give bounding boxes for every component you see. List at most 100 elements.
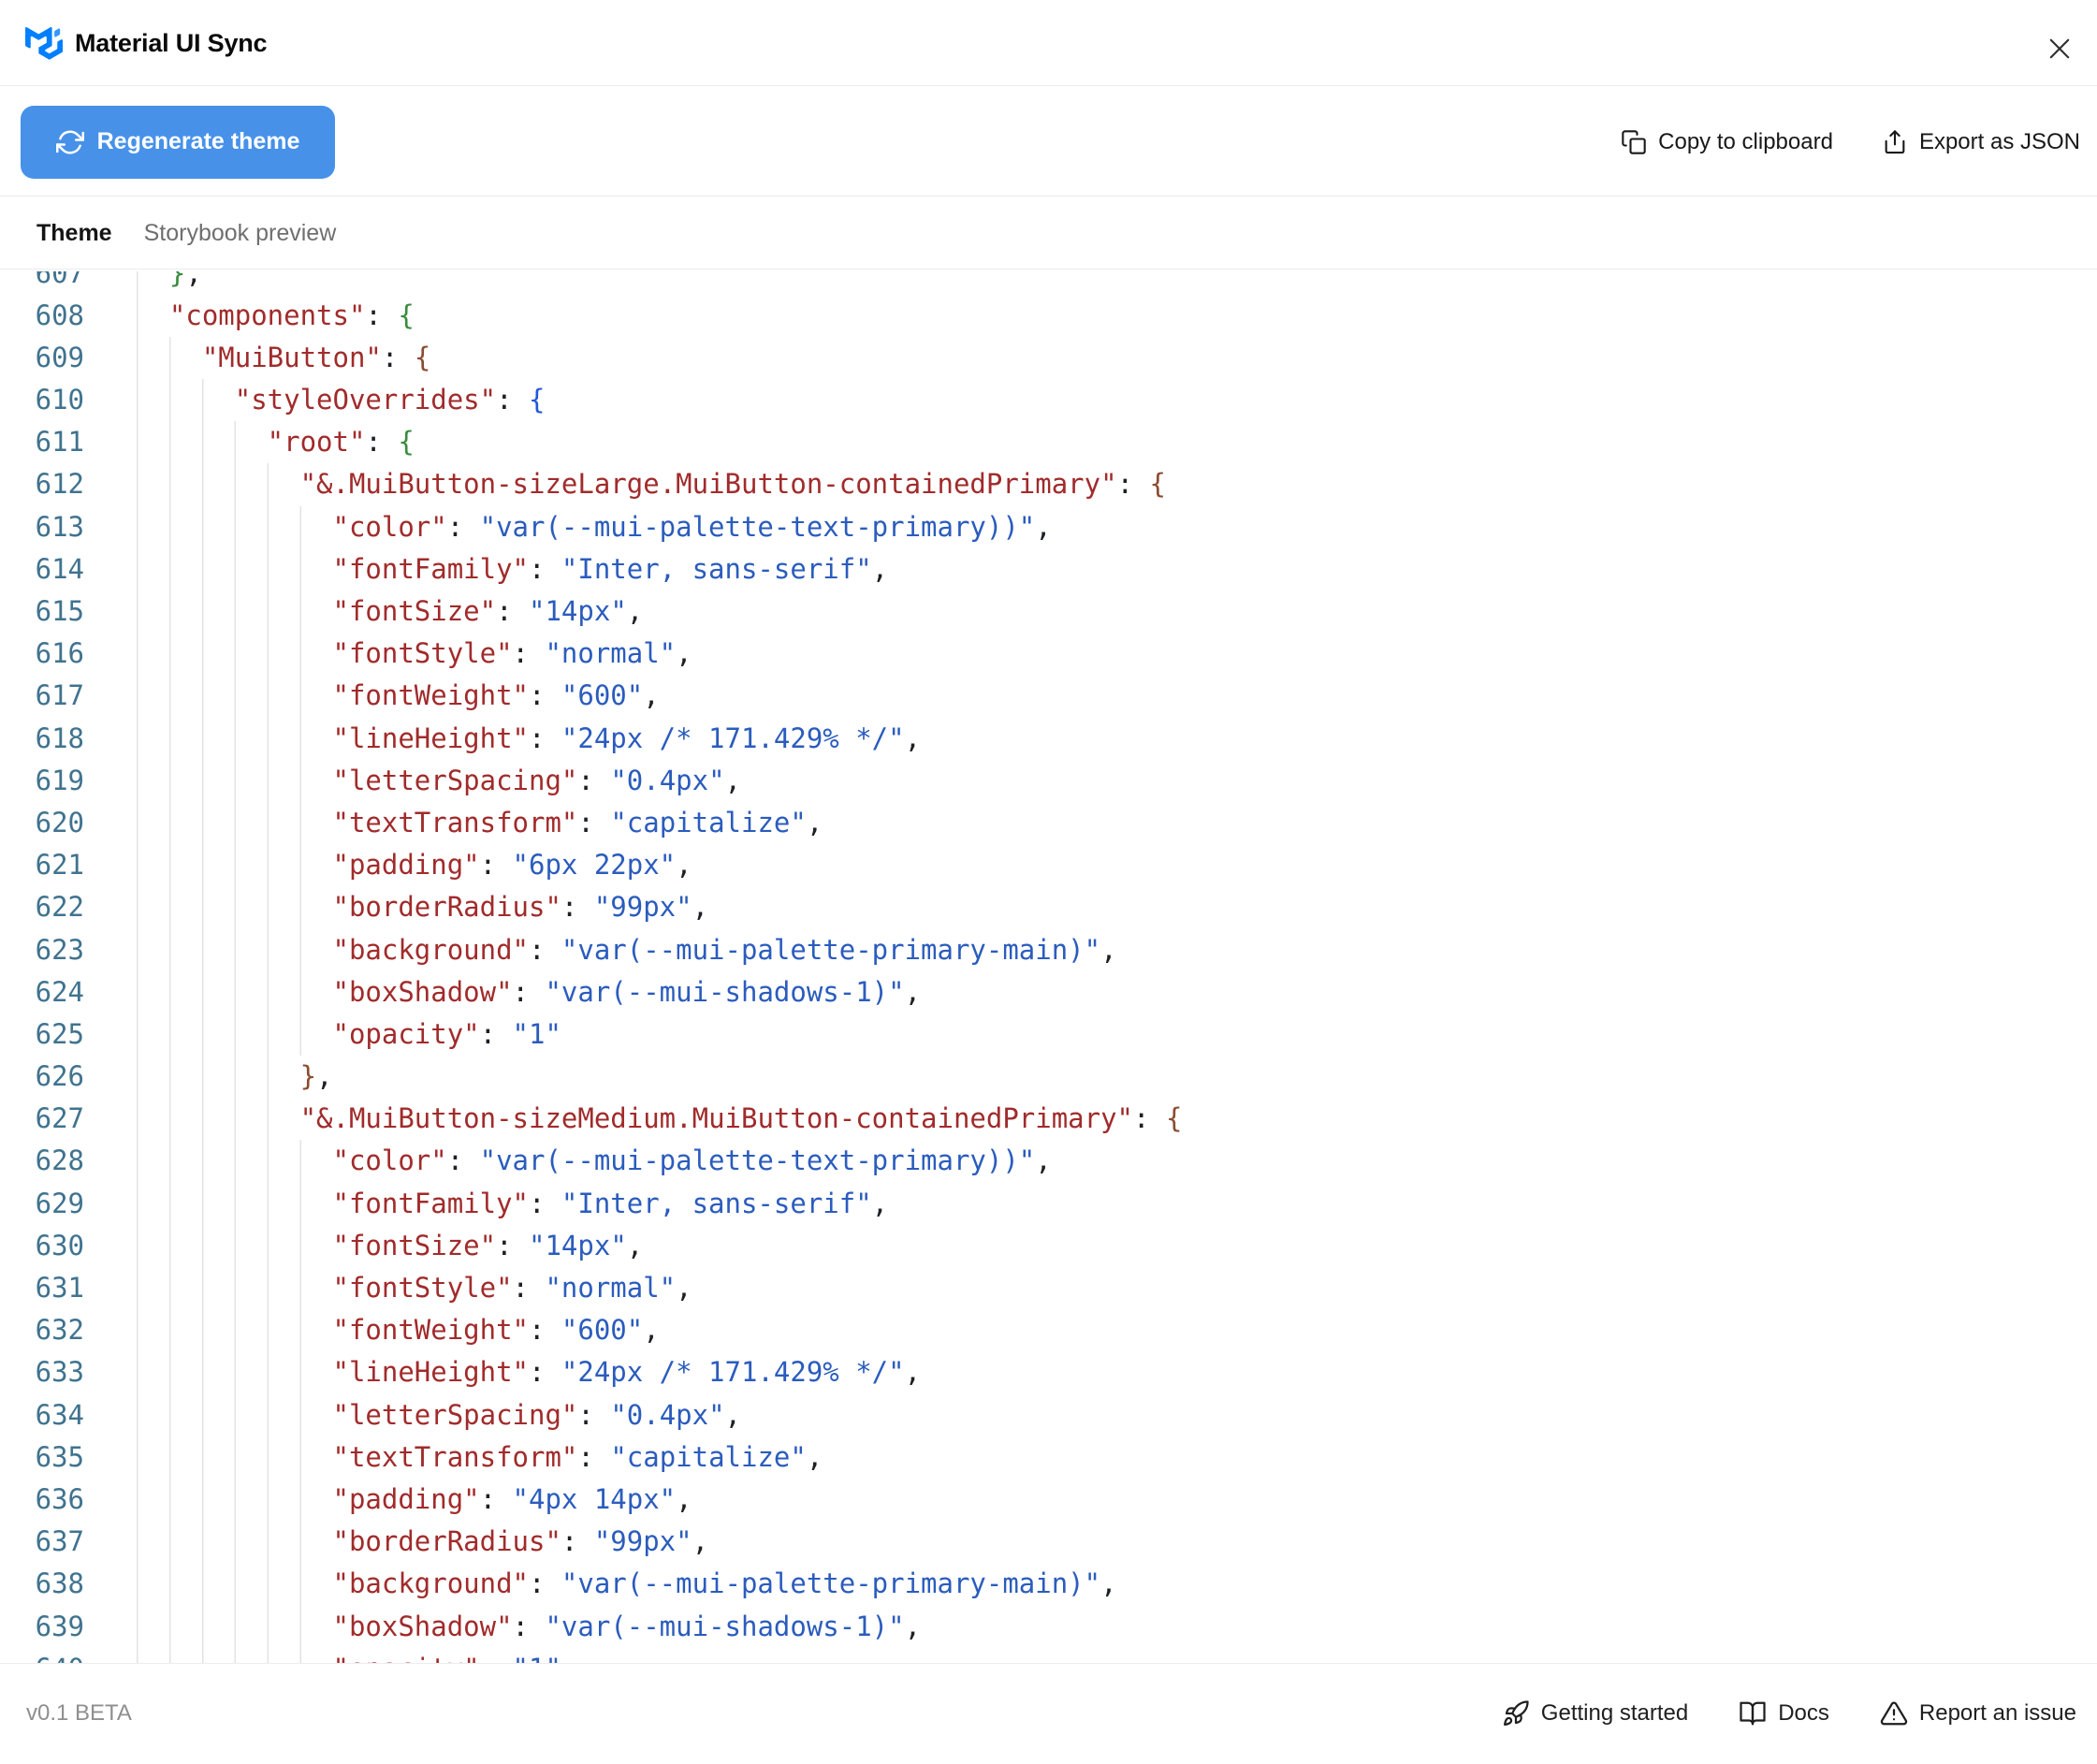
tab-storybook-preview[interactable]: Storybook preview: [144, 220, 337, 247]
code-text: },: [137, 270, 202, 295]
line-number: 609: [35, 341, 84, 373]
code-line: 626},: [0, 1056, 2097, 1099]
export-icon: [1882, 129, 1908, 155]
code-line: 635 "textTransform": "capitalize",: [0, 1436, 2097, 1479]
code-text: "opacity": "1": [137, 1647, 561, 1663]
line-number: 640: [0, 1648, 84, 1663]
code-text: "padding": "6px 22px",: [137, 844, 692, 887]
code-line: 634 "letterSpacing": "0.4px",: [0, 1393, 2097, 1436]
line-number: 632: [35, 1314, 84, 1347]
copy-icon: [1621, 129, 1647, 155]
toolbar: Regenerate theme Copy to clipboard Expor…: [0, 88, 2097, 197]
code-text: "lineHeight": "24px /* 171.429% */",: [137, 717, 922, 760]
line-number: 612: [35, 468, 84, 501]
regenerate-theme-label: Regenerate theme: [96, 128, 300, 154]
line-number: 619: [35, 764, 84, 796]
line-number: 628: [35, 1144, 84, 1177]
getting-started-label: Getting started: [1540, 1700, 1689, 1726]
rocket-icon: [1502, 1699, 1530, 1728]
code-line: 637 "borderRadius": "99px",: [0, 1521, 2097, 1564]
code-text: "MuiButton": {: [137, 336, 431, 380]
code-text: "components": {: [137, 294, 415, 337]
line-number: 607: [35, 270, 84, 289]
code-line: 624 "boxShadow": "var(--mui-shadows-1)",: [0, 970, 2097, 1013]
code-lines: 607}, 608 "components": {609 "MuiButton": {…: [0, 270, 2097, 1663]
line-number: 618: [35, 722, 84, 754]
code-line: 638 "background": "var(--mui-palette-prim…: [0, 1563, 2097, 1606]
export-as-json-label: Export as JSON: [1918, 128, 2080, 154]
code-line: 610 "styleOverrides": {: [0, 379, 2097, 422]
line-number: 626: [35, 1060, 84, 1093]
line-number: 624: [35, 975, 84, 1008]
line-number: 625: [35, 1017, 84, 1050]
code-text: "root": {: [137, 421, 415, 464]
code-text: "background": "var(--mui-palette-primary…: [137, 928, 1117, 971]
footer: v0.1 BETA Getting started Docs Report an…: [0, 1663, 2097, 1763]
theme-json-editor[interactable]: 607}, 608 "components": {609 "MuiButton": {…: [0, 270, 2097, 1663]
code-line: 615 "fontSize": "14px",: [0, 590, 2097, 634]
code-line: 628 "color": "var(--mui-palette-text-prim…: [0, 1140, 2097, 1183]
code-line: 631 "fontStyle": "normal",: [0, 1267, 2097, 1310]
code-line: 618 "lineHeight": "24px /* 171.429% */",: [0, 717, 2097, 760]
code-line: 636 "padding": "4px 14px",: [0, 1478, 2097, 1522]
line-number: 620: [35, 806, 84, 838]
code-line: 607},: [0, 270, 2097, 295]
code-text: },: [137, 1056, 333, 1099]
code-text: "fontFamily": "Inter, sans-serif",: [137, 1182, 889, 1225]
line-number: 637: [35, 1525, 84, 1558]
code-line: 632 "fontWeight": "600",: [0, 1309, 2097, 1352]
code-text: "fontSize": "14px",: [137, 1224, 644, 1267]
code-line: 629 "fontFamily": "Inter, sans-serif",: [0, 1182, 2097, 1225]
code-text: "fontFamily": "Inter, sans-serif",: [137, 547, 889, 590]
line-number: 613: [35, 510, 84, 543]
book-icon: [1739, 1699, 1767, 1728]
docs-label: Docs: [1778, 1700, 1829, 1726]
code-text: "textTransform": "capitalize",: [137, 801, 823, 845]
line-number: 636: [35, 1482, 84, 1515]
line-number: 635: [35, 1440, 84, 1473]
code-text: "background": "var(--mui-palette-primary…: [137, 1563, 1117, 1606]
code-text: "opacity": "1": [137, 1013, 561, 1057]
tab-theme[interactable]: Theme: [36, 220, 112, 247]
line-number: 630: [35, 1229, 84, 1261]
code-text: "fontStyle": "normal",: [137, 633, 692, 676]
report-an-issue-label: Report an issue: [1918, 1700, 2076, 1726]
line-number: 616: [35, 637, 84, 670]
code-line: 627 "&.MuiButton-sizeMedium.MuiButton-con…: [0, 1098, 2097, 1141]
code-line: 639 "boxShadow": "var(--mui-shadows-1)",: [0, 1605, 2097, 1648]
code-text: "borderRadius": "99px",: [137, 1521, 709, 1564]
export-as-json-button[interactable]: Export as JSON: [1882, 129, 2080, 155]
code-line: 620 "textTransform": "capitalize",: [0, 801, 2097, 845]
regenerate-theme-button[interactable]: Regenerate theme: [21, 105, 335, 179]
code-text: "fontWeight": "600",: [137, 1309, 660, 1352]
code-text: "fontSize": "14px",: [137, 590, 644, 634]
line-number: 617: [35, 679, 84, 712]
code-text: "color": "var(--mui-palette-text-primary…: [137, 1140, 1052, 1183]
line-number: 639: [35, 1610, 84, 1642]
code-text: "boxShadow": "var(--mui-shadows-1)",: [137, 970, 922, 1013]
getting-started-link[interactable]: Getting started: [1502, 1699, 1688, 1728]
code-line: 609 "MuiButton": {: [0, 336, 2097, 380]
line-number: 614: [35, 552, 84, 585]
refresh-icon: [55, 128, 84, 156]
line-number: 621: [35, 849, 84, 882]
code-line: 619 "letterSpacing": "0.4px",: [0, 759, 2097, 802]
close-icon[interactable]: [2043, 32, 2076, 66]
line-number: 610: [35, 384, 84, 416]
docs-link[interactable]: Docs: [1739, 1699, 1829, 1728]
copy-to-clipboard-label: Copy to clipboard: [1658, 128, 1833, 154]
code-text: "styleOverrides": {: [137, 379, 546, 422]
code-line: 614 "fontFamily": "Inter, sans-serif",: [0, 547, 2097, 590]
code-line: 625 "opacity": "1": [0, 1013, 2097, 1057]
copy-to-clipboard-button[interactable]: Copy to clipboard: [1621, 129, 1833, 155]
line-number: 638: [35, 1567, 84, 1600]
code-text: "lineHeight": "24px /* 171.429% */",: [137, 1351, 922, 1394]
line-number: 631: [35, 1272, 84, 1304]
report-an-issue-link[interactable]: Report an issue: [1880, 1699, 2076, 1728]
code-line: 612 "&.MuiButton-sizeLarge.MuiButton-cont…: [0, 463, 2097, 506]
warning-icon: [1880, 1699, 1908, 1728]
code-line: 611 "root": {: [0, 421, 2097, 464]
version-badge: v0.1 BETA: [26, 1700, 132, 1726]
code-line: 613 "color": "var(--mui-palette-text-prim…: [0, 505, 2097, 548]
code-text: "textTransform": "capitalize",: [137, 1436, 823, 1479]
